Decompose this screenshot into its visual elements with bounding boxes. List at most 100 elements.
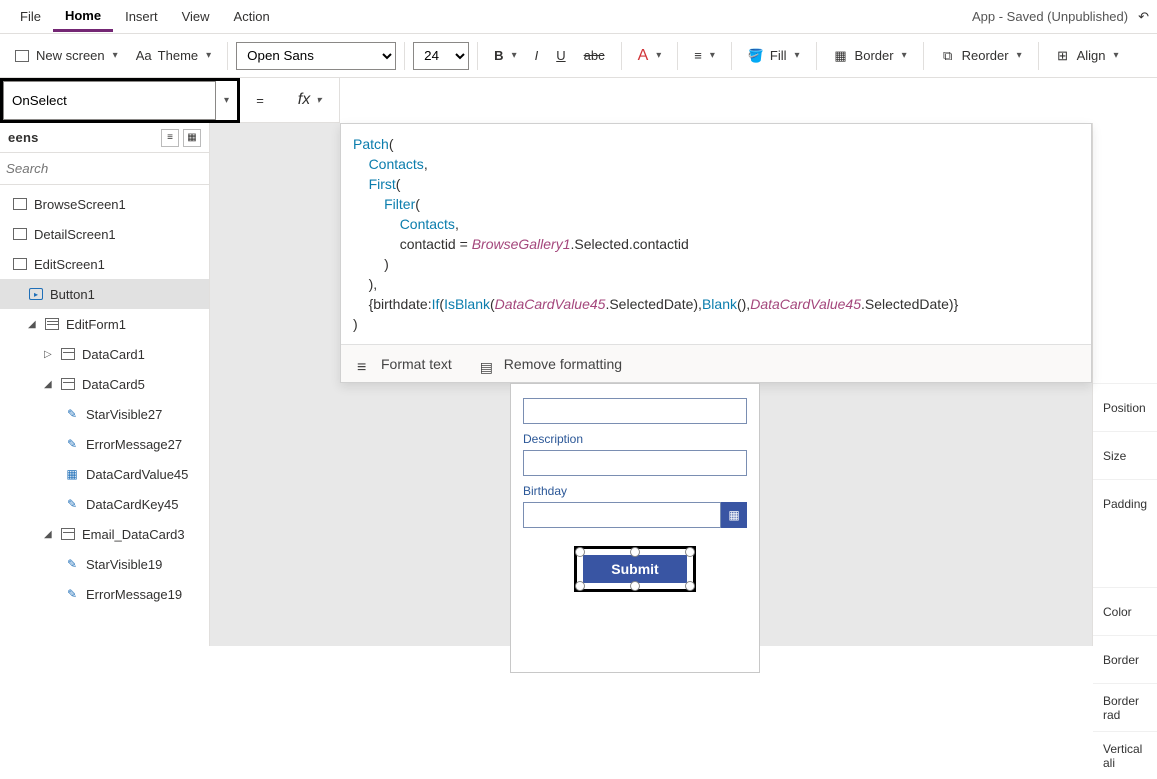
equals-label: =	[240, 78, 280, 123]
search-input[interactable]	[6, 157, 203, 180]
tree-item[interactable]: ◢ EditForm1	[0, 309, 209, 339]
property-select-wrap: ▾	[0, 78, 240, 123]
card-icon	[60, 377, 76, 391]
tree-item[interactable]: EditScreen1	[0, 249, 209, 279]
undo-icon[interactable]: ↶	[1138, 9, 1149, 25]
tree-item-label: Button1	[50, 287, 95, 302]
tree-item-label: ErrorMessage27	[86, 437, 182, 452]
form-icon	[44, 317, 60, 331]
format-icon	[357, 357, 373, 371]
phone-canvas: Description Birthday ▦ Submit	[510, 383, 760, 673]
tree-item[interactable]: BrowseScreen1	[0, 189, 209, 219]
theme-label: Theme	[158, 48, 198, 63]
formula-editor[interactable]: Patch( Contacts, First( Filter( Contacts…	[340, 123, 1092, 383]
save-status: App - Saved (Unpublished)	[962, 9, 1138, 24]
menu-action[interactable]: Action	[222, 3, 282, 30]
align-label: Align	[1077, 48, 1106, 63]
menu-home[interactable]: Home	[53, 2, 113, 32]
tree-item-label: ErrorMessage19	[86, 587, 182, 602]
card-icon	[60, 527, 76, 541]
prop-color[interactable]: Color	[1093, 587, 1157, 635]
border-button[interactable]: ▦ Border ▾	[825, 40, 915, 72]
italic-button[interactable]: I	[527, 40, 547, 72]
align-button[interactable]: ⊞ Align ▾	[1047, 40, 1127, 72]
prop-border[interactable]: Border	[1093, 635, 1157, 683]
reorder-button[interactable]: ⧉ Reorder ▾	[932, 40, 1030, 72]
tree-item[interactable]: DetailScreen1	[0, 219, 209, 249]
resize-handle[interactable]	[630, 547, 640, 557]
tree-item[interactable]: ◢ DataCard5	[0, 369, 209, 399]
tree-item[interactable]: ✎ StarVisible19	[0, 549, 209, 579]
remove-formatting-button[interactable]: Remove formatting	[480, 354, 622, 374]
font-size-select[interactable]: 24	[413, 42, 469, 70]
tree-item[interactable]: ✎DataCardKey45	[0, 489, 209, 519]
screen-icon	[12, 257, 28, 271]
tree-item-label: EditScreen1	[34, 257, 105, 272]
font-select[interactable]: Open Sans	[236, 42, 396, 70]
prop-padding[interactable]: Padding	[1093, 479, 1157, 527]
calendar-icon[interactable]: ▦	[721, 502, 747, 528]
expander-icon[interactable]: ▷	[44, 349, 54, 360]
expander-icon[interactable]: ◢	[44, 529, 54, 540]
birthday-input[interactable]	[523, 502, 721, 528]
new-screen-label: New screen	[36, 48, 105, 63]
prop-size[interactable]: Size	[1093, 431, 1157, 479]
pencil-icon: ✎	[64, 587, 80, 601]
tree-item[interactable]: ◢ Email_DataCard3	[0, 519, 209, 549]
submit-button[interactable]: Submit	[583, 555, 686, 583]
tree-item-label: EditForm1	[66, 317, 126, 332]
text-input[interactable]	[523, 398, 747, 424]
bold-button[interactable]: B▾	[486, 40, 524, 72]
tree-item[interactable]: ▷DataCard1	[0, 339, 209, 369]
chevron-down-icon[interactable]: ▾	[216, 95, 237, 106]
theme-button[interactable]: Aa Theme ▾	[128, 40, 220, 72]
chevron-down-icon: ▾	[316, 95, 321, 106]
prop-position[interactable]: Position	[1093, 383, 1157, 431]
format-text-button[interactable]: Format text	[357, 354, 452, 374]
description-input[interactable]	[523, 450, 747, 476]
resize-handle[interactable]	[685, 547, 695, 557]
tree-item-label: Email_DataCard3	[82, 527, 185, 542]
property-select[interactable]	[3, 81, 216, 120]
tree-item-label: DetailScreen1	[34, 227, 116, 242]
expander-icon[interactable]: ◢	[28, 319, 38, 330]
new-screen-button[interactable]: New screen ▾	[6, 40, 126, 72]
resize-handle[interactable]	[685, 581, 695, 591]
underline-button[interactable]: U	[548, 40, 573, 72]
menu-view[interactable]: View	[170, 3, 222, 30]
tree-pane: eens ≡ ▦ BrowseScreen1DetailScreen1EditS…	[0, 123, 210, 646]
tree-item-label: DataCard5	[82, 377, 145, 392]
tree-item-label: DataCardValue45	[86, 467, 188, 482]
tree-item[interactable]: ✎StarVisible27	[0, 399, 209, 429]
tree-item-label: StarVisible27	[86, 407, 162, 422]
menu-insert[interactable]: Insert	[113, 3, 170, 30]
border-label: Border	[855, 48, 894, 63]
resize-handle[interactable]	[575, 581, 585, 591]
tree-item[interactable]: ✎ ErrorMessage19	[0, 579, 209, 609]
tree-item[interactable]: ✎ErrorMessage27	[0, 429, 209, 459]
font-color-button[interactable]: A▾	[630, 40, 670, 72]
fx-button[interactable]: fx ▾	[280, 78, 340, 123]
pencil-icon: ✎	[64, 497, 80, 511]
prop-vertical-align[interactable]: Vertical ali	[1093, 731, 1157, 779]
screen-icon	[12, 197, 28, 211]
border-icon: ▦	[833, 48, 849, 64]
grid-view-icon[interactable]: ▦	[183, 129, 201, 147]
expander-icon[interactable]: ◢	[44, 379, 54, 390]
tree-item-label: BrowseScreen1	[34, 197, 126, 212]
tree-item[interactable]: Button1	[0, 279, 209, 309]
fill-button[interactable]: 🪣 Fill ▾	[740, 40, 808, 72]
fill-icon: 🪣	[748, 48, 764, 64]
menu-file[interactable]: File	[8, 3, 53, 30]
tree-item[interactable]: ▦DataCardValue45	[0, 459, 209, 489]
text-align-button[interactable]: ≡▾	[686, 40, 723, 72]
card-icon	[60, 347, 76, 361]
tree-item-label: StarVisible19	[86, 557, 162, 572]
prop-border-radius[interactable]: Border rad	[1093, 683, 1157, 731]
strike-button[interactable]: abc	[576, 40, 613, 72]
list-view-icon[interactable]: ≡	[161, 129, 179, 147]
pencil-icon: ✎	[64, 557, 80, 571]
canvas-area: Patch( Contacts, First( Filter( Contacts…	[210, 123, 1092, 646]
resize-handle[interactable]	[630, 581, 640, 591]
fill-label: Fill	[770, 48, 787, 63]
